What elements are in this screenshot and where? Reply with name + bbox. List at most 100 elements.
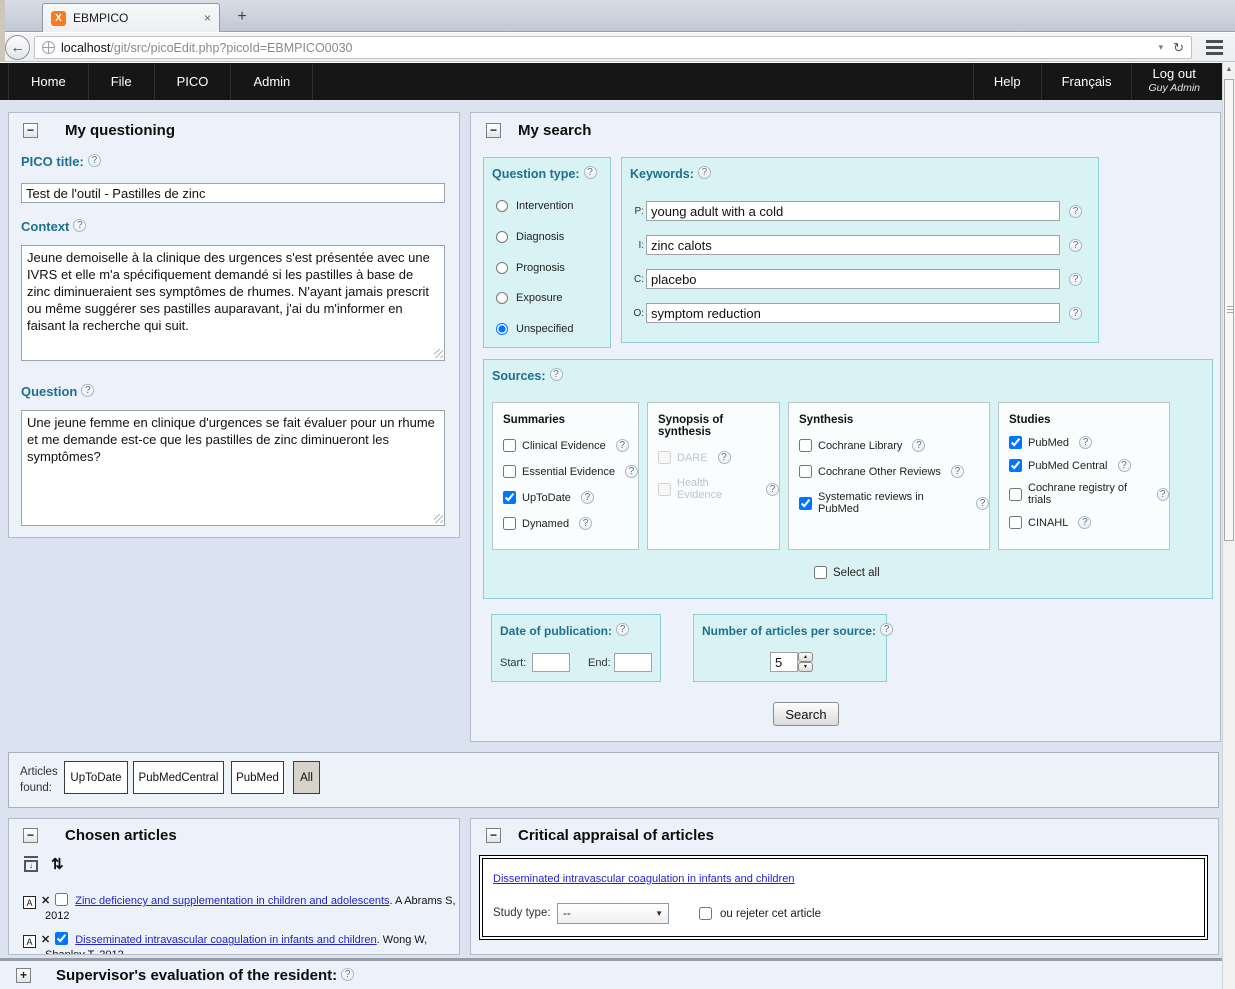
browser-tab[interactable]: X EBMPICO × — [42, 3, 220, 32]
delete-article-icon[interactable]: ✕ — [41, 895, 50, 907]
help-icon[interactable]: ? — [73, 219, 86, 232]
spinner-down-icon[interactable]: ▼ — [798, 662, 813, 672]
reload-icon[interactable]: ↻ — [1173, 40, 1184, 56]
delete-article-icon[interactable]: ✕ — [41, 934, 50, 946]
help-icon[interactable]: ? — [1069, 239, 1082, 252]
nav-item-pico[interactable]: PICO — [155, 63, 232, 100]
nav-item-help[interactable]: Help — [973, 63, 1041, 100]
help-icon[interactable]: ? — [81, 384, 94, 397]
source-uptodate[interactable]: UpToDate? — [503, 491, 638, 504]
article-link[interactable]: Disseminated intravascular coagulation i… — [75, 934, 376, 946]
radio-option-unspecified[interactable]: Unspecified — [496, 323, 573, 335]
help-icon[interactable]: ? — [766, 483, 779, 496]
reject-article-checkbox[interactable] — [699, 907, 712, 920]
article-type-badge[interactable]: A — [23, 896, 36, 909]
help-icon[interactable]: ? — [1069, 307, 1082, 320]
help-icon[interactable]: ? — [951, 465, 964, 478]
textarea-resize-grip[interactable] — [434, 514, 443, 523]
date-start-input[interactable] — [532, 653, 570, 672]
help-icon[interactable]: ? — [698, 166, 711, 179]
keyword-c-input[interactable] — [646, 269, 1060, 289]
source-pubmed-central[interactable]: PubMed Central? — [1009, 459, 1169, 472]
help-icon[interactable]: ? — [625, 465, 638, 478]
radio-option-prognosis[interactable]: Prognosis — [496, 262, 565, 274]
help-icon[interactable]: ? — [1069, 205, 1082, 218]
date-end-input[interactable] — [614, 653, 652, 672]
articles-per-source-input[interactable] — [770, 652, 798, 672]
save-all-icon[interactable]: ↓ — [23, 856, 40, 872]
help-icon[interactable]: ? — [341, 968, 354, 981]
tab-uptodate[interactable]: UpToDate — [64, 761, 128, 794]
radio-input[interactable] — [496, 292, 508, 304]
keyword-o-input[interactable] — [646, 303, 1060, 323]
article-checkbox[interactable] — [55, 932, 68, 945]
help-icon[interactable]: ? — [1118, 459, 1131, 472]
select-all-checkbox[interactable]: Select all — [814, 566, 880, 579]
help-icon[interactable]: ? — [718, 451, 731, 464]
search-button[interactable]: Search — [773, 702, 839, 726]
radio-option-intervention[interactable]: Intervention — [496, 200, 573, 212]
source-cochrane-library[interactable]: Cochrane Library? — [799, 439, 989, 452]
pico-title-input[interactable] — [21, 183, 445, 203]
study-type-select[interactable]: -- ▼ — [557, 903, 669, 924]
number-spinner[interactable]: ▲ ▼ — [798, 652, 813, 672]
source-clinical-evidence[interactable]: Clinical Evidence? — [503, 439, 638, 452]
url-bar[interactable]: localhost/git/src/picoEdit.php?picoId=EB… — [34, 36, 1192, 59]
scrollbar-thumb[interactable] — [1224, 79, 1234, 541]
tab-all[interactable]: All — [293, 761, 320, 794]
source-cinahl[interactable]: CINAHL? — [1009, 516, 1169, 529]
spinner-up-icon[interactable]: ▲ — [798, 652, 813, 662]
source-systematic-reviews-pubmed[interactable]: Systematic reviews in PubMed? — [799, 491, 989, 515]
help-icon[interactable]: ? — [579, 517, 592, 530]
collapse-icon[interactable]: − — [486, 828, 501, 843]
tab-close-icon[interactable]: × — [204, 11, 211, 25]
question-textarea[interactable]: Une jeune femme en clinique d'urgences s… — [21, 410, 445, 526]
source-dynamed[interactable]: Dynamed? — [503, 517, 638, 530]
help-icon[interactable]: ? — [976, 497, 989, 510]
source-pubmed[interactable]: PubMed? — [1009, 436, 1169, 449]
help-icon[interactable]: ? — [1078, 516, 1091, 529]
nav-item-home[interactable]: Home — [8, 63, 89, 100]
help-icon[interactable]: ? — [616, 623, 629, 636]
source-cochrane-registry[interactable]: Cochrane registry of trials? — [1009, 482, 1169, 506]
nav-item-file[interactable]: File — [89, 63, 155, 100]
article-checkbox[interactable] — [55, 893, 68, 906]
help-icon[interactable]: ? — [616, 439, 629, 452]
appraisal-article-link[interactable]: Disseminated intravascular coagulation i… — [493, 873, 794, 885]
radio-option-diagnosis[interactable]: Diagnosis — [496, 231, 564, 243]
nav-item-language[interactable]: Français — [1041, 63, 1132, 100]
help-icon[interactable]: ? — [550, 368, 563, 381]
sort-icon[interactable]: ⇅ — [51, 855, 64, 873]
help-icon[interactable]: ? — [1157, 488, 1169, 501]
context-textarea[interactable]: Jeune demoiselle à la clinique des urgen… — [21, 245, 445, 361]
radio-option-exposure[interactable]: Exposure — [496, 292, 562, 304]
collapse-icon[interactable]: − — [23, 123, 38, 138]
tab-pubmedcentral[interactable]: PubMedCentral — [133, 761, 224, 794]
url-dropdown-icon[interactable]: ▾ — [1159, 42, 1164, 53]
help-icon[interactable]: ? — [88, 154, 101, 167]
article-type-badge[interactable]: A — [23, 935, 36, 948]
help-icon[interactable]: ? — [584, 166, 597, 179]
article-link[interactable]: Zinc deficiency and supplementation in c… — [75, 895, 389, 907]
source-cochrane-other-reviews[interactable]: Cochrane Other Reviews? — [799, 465, 989, 478]
help-icon[interactable]: ? — [880, 623, 893, 636]
collapse-icon[interactable]: − — [23, 828, 38, 843]
source-essential-evidence[interactable]: Essential Evidence? — [503, 465, 638, 478]
back-button[interactable]: ← — [5, 35, 30, 60]
radio-input[interactable] — [496, 323, 508, 335]
nav-item-admin[interactable]: Admin — [231, 63, 313, 100]
tab-pubmed[interactable]: PubMed — [231, 761, 284, 794]
expand-icon[interactable]: + — [16, 968, 31, 983]
keyword-i-input[interactable] — [646, 235, 1060, 255]
browser-menu-button[interactable] — [1200, 36, 1228, 59]
nav-item-logout[interactable]: Log out Guy Admin — [1131, 63, 1216, 100]
help-icon[interactable]: ? — [581, 491, 594, 504]
help-icon[interactable]: ? — [912, 439, 925, 452]
textarea-resize-grip[interactable] — [434, 349, 443, 358]
help-icon[interactable]: ? — [1069, 273, 1082, 286]
radio-input[interactable] — [496, 262, 508, 274]
radio-input[interactable] — [496, 200, 508, 212]
collapse-icon[interactable]: − — [486, 123, 501, 138]
help-icon[interactable]: ? — [1079, 436, 1092, 449]
radio-input[interactable] — [496, 231, 508, 243]
